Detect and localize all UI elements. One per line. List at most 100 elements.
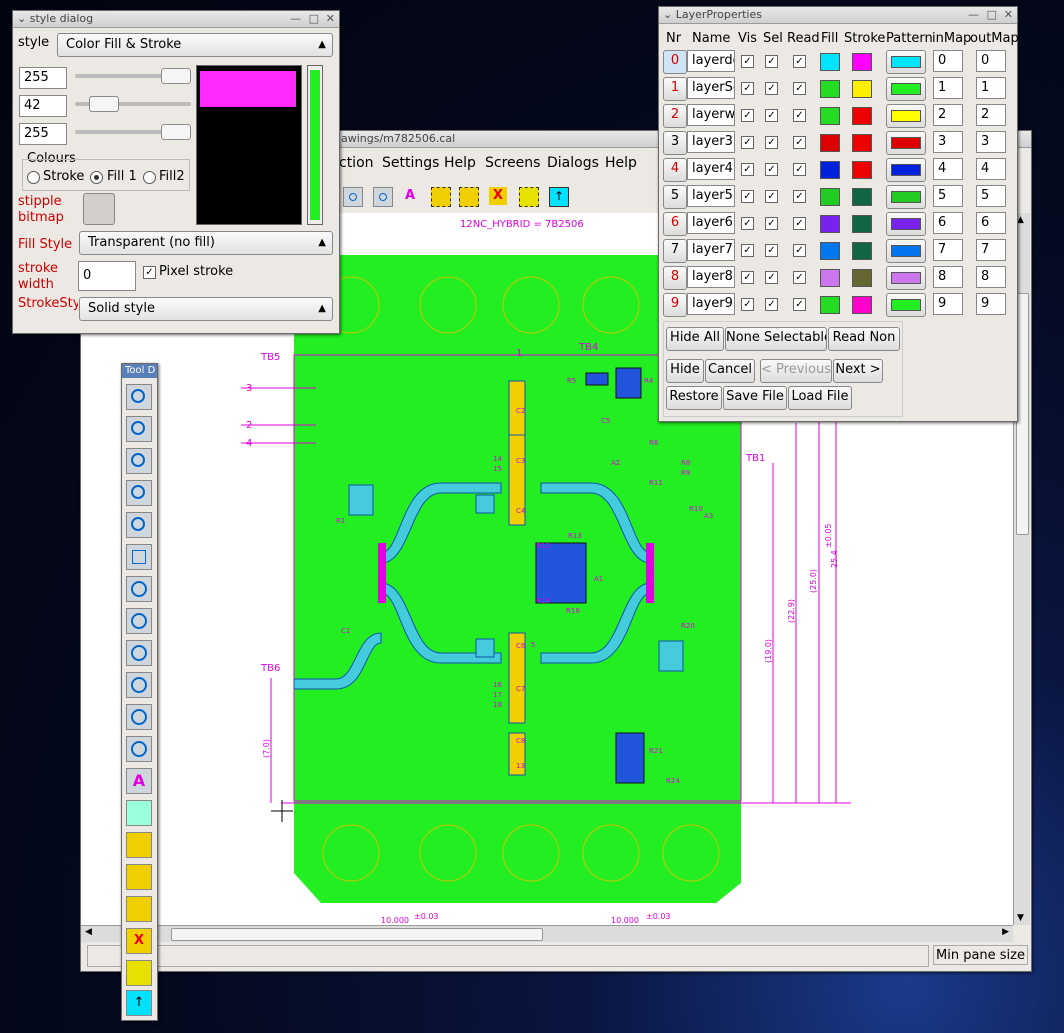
layer-nr-button[interactable]: 6 xyxy=(663,212,687,236)
red-slider[interactable] xyxy=(75,68,191,84)
snap-6-icon[interactable] xyxy=(126,736,152,762)
layer-fill-swatch[interactable] xyxy=(820,242,840,260)
layer-outmap-field[interactable]: 0 xyxy=(976,50,1006,72)
hide-all-button[interactable]: Hide All xyxy=(666,327,724,351)
rotate-icon[interactable] xyxy=(126,832,152,858)
layer-vis-checkbox[interactable]: ✓ xyxy=(741,55,754,68)
layer-fill-swatch[interactable] xyxy=(820,53,840,71)
menu-help[interactable]: Help xyxy=(444,155,476,171)
zoom-fit-icon[interactable] xyxy=(126,448,152,474)
none-selectable-button[interactable]: None Selectable xyxy=(725,327,827,351)
maximize-icon[interactable]: □ xyxy=(309,11,319,27)
select-toolbar-icon[interactable] xyxy=(431,187,451,207)
radio-stroke[interactable] xyxy=(27,171,40,184)
layer-inmap-field[interactable]: 0 xyxy=(933,50,963,72)
stroke-width-spinner[interactable]: 0 xyxy=(78,261,136,291)
hide-button[interactable]: Hide xyxy=(666,359,704,383)
restore-button[interactable]: Restore xyxy=(666,386,722,410)
layer-read-checkbox[interactable]: ✓ xyxy=(793,244,806,257)
close-icon[interactable]: ✕ xyxy=(1004,7,1013,23)
snap-5-icon[interactable] xyxy=(126,704,152,730)
text-toolbar-icon[interactable]: A xyxy=(401,187,419,205)
layer-inmap-field[interactable]: 1 xyxy=(933,77,963,99)
previous-button[interactable]: < Previous xyxy=(760,359,832,383)
layer-vis-checkbox[interactable]: ✓ xyxy=(741,190,754,203)
tool-dock-title[interactable]: Tool D xyxy=(122,364,157,378)
layer-inmap-field[interactable]: 9 xyxy=(933,293,963,315)
radio-fill2[interactable] xyxy=(143,171,156,184)
stipple-bitmap-button[interactable] xyxy=(83,193,115,225)
layer-outmap-field[interactable]: 1 xyxy=(976,77,1006,99)
radio-fill1[interactable] xyxy=(90,171,103,184)
layer-nr-button[interactable]: 3 xyxy=(663,131,687,155)
read-non-button[interactable]: Read Non xyxy=(828,327,900,351)
layer-vis-checkbox[interactable]: ✓ xyxy=(741,136,754,149)
layer-vis-checkbox[interactable]: ✓ xyxy=(741,109,754,122)
layer-sel-checkbox[interactable]: ✓ xyxy=(765,82,778,95)
stroke-style-select[interactable]: Solid style ▲ xyxy=(79,297,333,321)
layer-name-field[interactable]: layer5 xyxy=(687,185,735,207)
layer-inmap-field[interactable]: 4 xyxy=(933,158,963,180)
zoom-region-icon[interactable] xyxy=(126,416,152,442)
text-icon[interactable]: A xyxy=(126,768,152,794)
zoom-icon[interactable] xyxy=(126,384,152,410)
layer-read-checkbox[interactable]: ✓ xyxy=(793,136,806,149)
layer-name-field[interactable]: layer8 xyxy=(687,266,735,288)
layer-stroke-swatch[interactable] xyxy=(852,215,872,233)
layer-pattern-button[interactable] xyxy=(886,239,926,263)
layer-outmap-field[interactable]: 9 xyxy=(976,293,1006,315)
blue-slider[interactable] xyxy=(75,124,191,140)
layer-outmap-field[interactable]: 2 xyxy=(976,104,1006,126)
layer-nr-button[interactable]: 8 xyxy=(663,266,687,290)
layer-nr-button[interactable]: 0 xyxy=(663,50,687,74)
layer-outmap-field[interactable]: 6 xyxy=(976,212,1006,234)
layer-outmap-field[interactable]: 5 xyxy=(976,185,1006,207)
layer-name-field[interactable]: layerdef xyxy=(687,50,735,72)
export-toolbar-icon[interactable]: ↑ xyxy=(549,187,569,207)
layer-fill-swatch[interactable] xyxy=(820,215,840,233)
minimize-icon[interactable]: — xyxy=(968,7,979,23)
layer-sel-checkbox[interactable]: ✓ xyxy=(765,244,778,257)
snap-toolbar-icon-2[interactable] xyxy=(373,187,393,207)
menu-screens[interactable]: Screens xyxy=(485,155,540,171)
layer-fill-swatch[interactable] xyxy=(820,188,840,206)
layer-stroke-swatch[interactable] xyxy=(852,107,872,125)
pixel-stroke-checkbox[interactable]: ✓ xyxy=(143,266,156,279)
layer-name-field[interactable]: layerwi xyxy=(687,104,735,126)
zoom-out-icon[interactable] xyxy=(126,544,152,570)
close-icon[interactable]: ✕ xyxy=(326,11,335,27)
select-icon[interactable] xyxy=(126,864,152,890)
move-icon[interactable] xyxy=(126,960,152,986)
zoom-in-icon[interactable] xyxy=(126,512,152,538)
menu-action[interactable]: ction xyxy=(339,155,374,171)
maximize-icon[interactable]: □ xyxy=(987,7,997,23)
green-slider[interactable] xyxy=(75,96,191,112)
layer-vis-checkbox[interactable]: ✓ xyxy=(741,163,754,176)
layer-vis-checkbox[interactable]: ✓ xyxy=(741,244,754,257)
image-icon[interactable] xyxy=(126,800,152,826)
layer-nr-button[interactable]: 9 xyxy=(663,293,687,317)
layer-read-checkbox[interactable]: ✓ xyxy=(793,163,806,176)
layer-fill-swatch[interactable] xyxy=(820,134,840,152)
layer-sel-checkbox[interactable]: ✓ xyxy=(765,271,778,284)
layer-outmap-field[interactable]: 4 xyxy=(976,158,1006,180)
layer-nr-button[interactable]: 4 xyxy=(663,158,687,182)
layer-read-checkbox[interactable]: ✓ xyxy=(793,82,806,95)
save-file-button[interactable]: Save File xyxy=(723,386,787,410)
layer-stroke-swatch[interactable] xyxy=(852,134,872,152)
layer-sel-checkbox[interactable]: ✓ xyxy=(765,163,778,176)
style-select[interactable]: Color Fill & Stroke ▲ xyxy=(57,33,333,57)
move-toolbar-icon[interactable] xyxy=(519,187,539,207)
layer-sel-checkbox[interactable]: ✓ xyxy=(765,136,778,149)
layer-nr-button[interactable]: 7 xyxy=(663,239,687,263)
layer-stroke-swatch[interactable] xyxy=(852,269,872,287)
layer-name-field[interactable]: layerSe xyxy=(687,77,735,99)
layer-read-checkbox[interactable]: ✓ xyxy=(793,109,806,122)
collapse-icon[interactable]: ⌄ xyxy=(17,12,26,25)
red-spinner[interactable]: 255 xyxy=(19,67,67,89)
layer-vis-checkbox[interactable]: ✓ xyxy=(741,271,754,284)
layer-pattern-button[interactable] xyxy=(886,77,926,101)
layer-pattern-button[interactable] xyxy=(886,212,926,236)
snap-toolbar-icon[interactable] xyxy=(343,187,363,207)
layer-stroke-swatch[interactable] xyxy=(852,161,872,179)
